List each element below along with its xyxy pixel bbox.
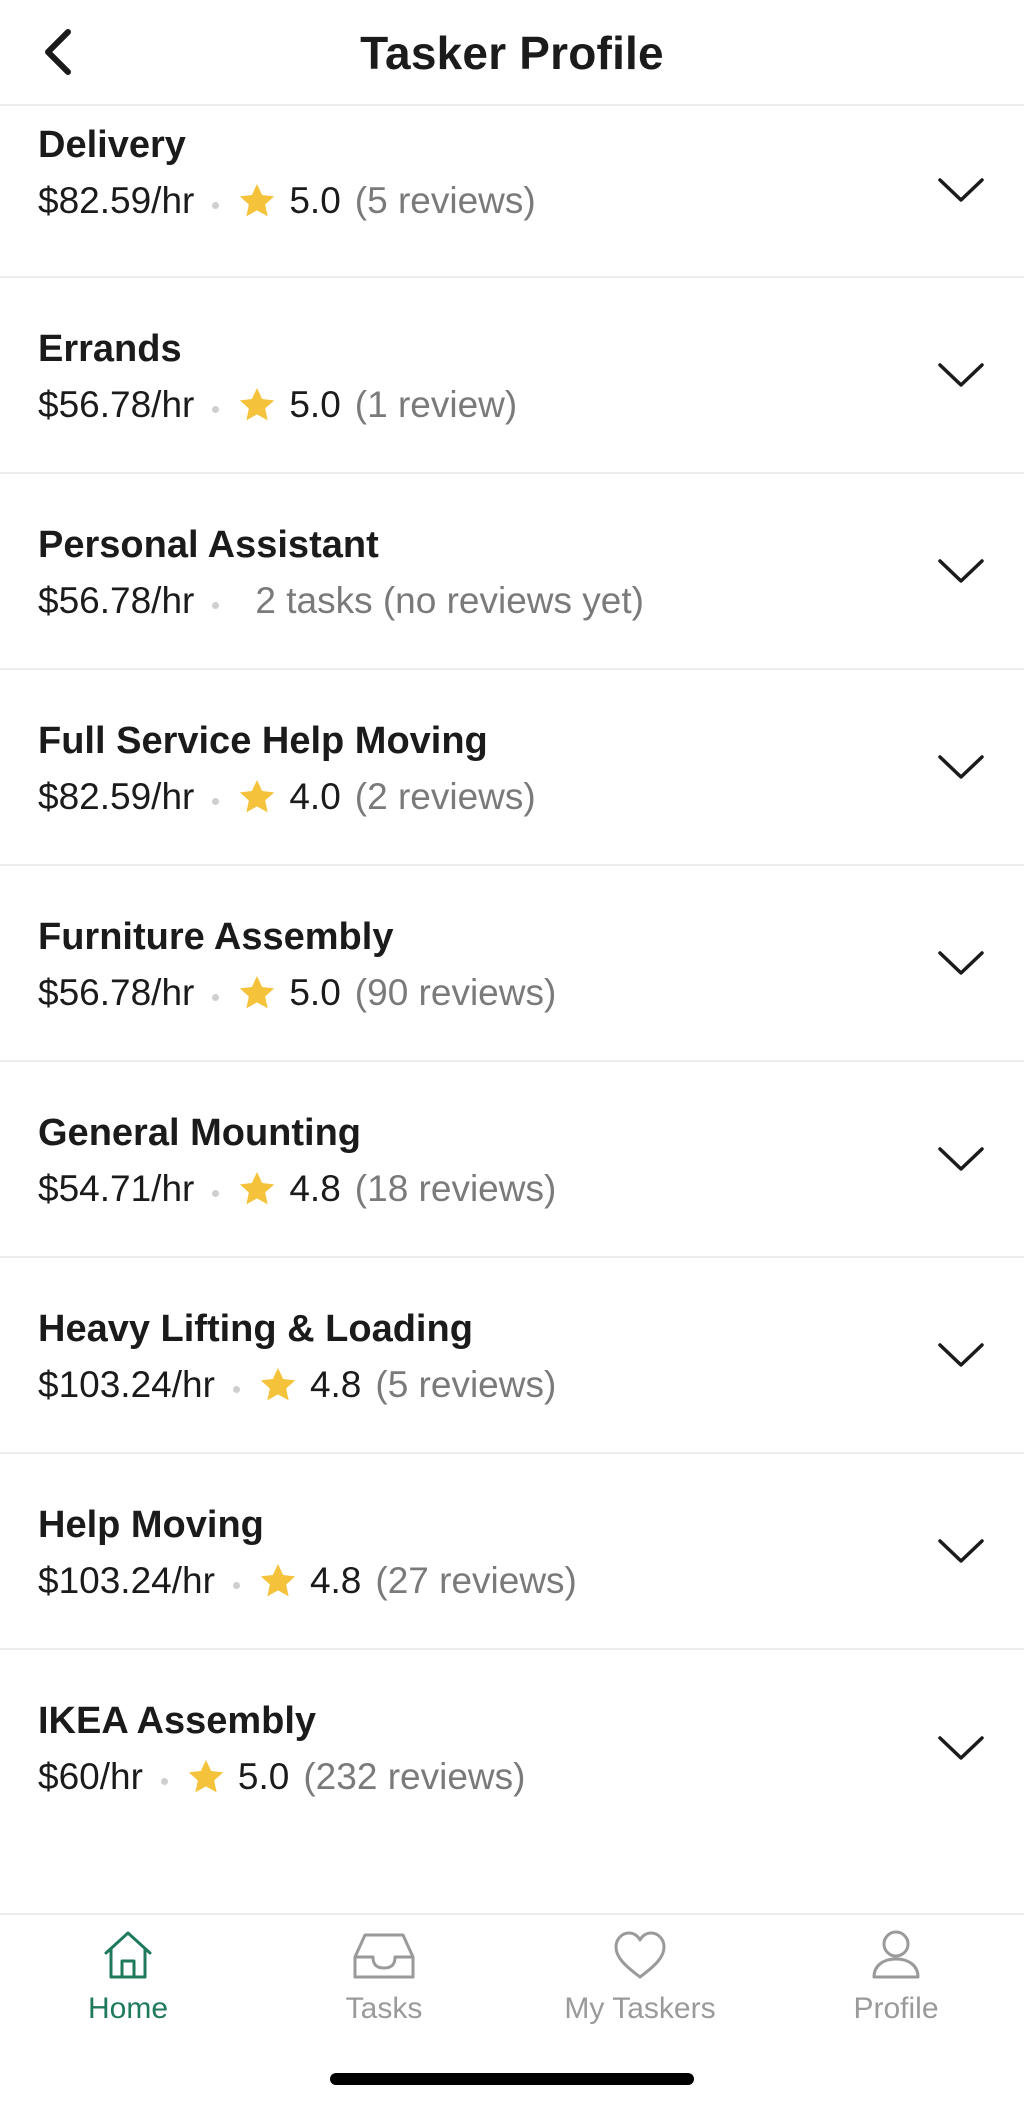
separator-dot [212,993,220,1001]
tab-label: Tasks [345,1992,423,2025]
top-nav-bar: Tasker Profile [0,0,1024,106]
service-rating: 5.0 [289,180,341,221]
service-title: Furniture Assembly [38,916,394,958]
tab-label: Profile [853,1992,939,2025]
service-title: Heavy Lifting & Loading [38,1308,473,1350]
service-row-full-service-help-moving[interactable]: Full Service Help Moving $82.59/hr 4.0 (… [0,670,1024,866]
service-rating: 4.8 [309,1560,362,1601]
chevron-down-icon[interactable] [936,1331,986,1379]
service-title: IKEA Assembly [38,1700,317,1742]
service-rate: $56.78/hr [38,972,195,1013]
person-icon [872,1930,920,1979]
service-title: Help Moving [38,1504,264,1546]
service-rating: 4.0 [289,776,341,817]
service-row-general-mounting[interactable]: General Mounting $54.71/hr 4.8 (18 revie… [0,1062,1024,1258]
service-meta: $103.24/hr 4.8 (5 reviews) [38,1360,556,1410]
star-icon [260,1368,296,1401]
chevron-down-icon[interactable] [936,743,986,791]
service-task-count: 2 tasks (no reviews yet) [255,580,644,621]
tab-label: My Taskers [564,1992,716,2025]
service-meta: $56.78/hr 2 tasks (no reviews yet) [38,576,644,626]
star-icon [240,184,275,217]
service-row-furniture-assembly[interactable]: Furniture Assembly $56.78/hr 5.0 (90 rev… [0,866,1024,1062]
service-row-errands[interactable]: Errands $56.78/hr 5.0 (1 review) [0,278,1024,474]
service-review-count: (90 reviews) [354,972,557,1013]
separator-dot [212,1189,220,1197]
service-list: Delivery $82.59/hr 5.0 (5 reviews) Erran… [0,104,1024,1846]
home-indicator [330,2073,694,2085]
page-title: Tasker Profile [360,27,664,79]
separator-dot [212,601,220,609]
heart-icon [614,1931,666,1979]
service-meta: $60/hr 5.0 (232 reviews) [38,1752,525,1802]
service-review-count: (2 reviews) [354,776,536,817]
star-icon [240,388,275,421]
service-meta: $56.78/hr 5.0 (90 reviews) [38,968,556,1018]
separator-dot [212,201,220,209]
service-review-count: (5 reviews) [375,1364,557,1405]
service-title: General Mounting [38,1112,361,1154]
service-rating: 4.8 [309,1364,362,1405]
service-row-ikea-assembly[interactable]: IKEA Assembly $60/hr 5.0 (232 reviews) [0,1650,1024,1846]
service-rating: 5.0 [289,384,341,425]
service-review-count: (232 reviews) [303,1756,526,1797]
chevron-down-icon[interactable] [936,1135,986,1183]
chevron-down-icon[interactable] [936,1724,986,1772]
service-rating: 5.0 [237,1756,290,1797]
service-review-count: (18 reviews) [354,1168,557,1209]
service-title: Full Service Help Moving [38,720,488,762]
separator-dot [212,405,220,413]
tab-label: Home [87,1992,169,2025]
service-meta: $56.78/hr 5.0 (1 review) [38,380,517,430]
service-rate: $82.59/hr [38,776,195,817]
service-rate: $103.24/hr [38,1560,215,1601]
star-icon [240,780,275,813]
service-review-count: (27 reviews) [375,1560,577,1601]
service-rate: $60/hr [38,1756,143,1797]
tab-home[interactable]: Home [0,1927,256,2029]
tab-profile[interactable]: Profile [768,1927,1024,2029]
star-icon [240,976,275,1009]
service-rate: $54.71/hr [38,1168,195,1209]
service-rate: $103.24/hr [38,1364,215,1405]
service-row-help-moving[interactable]: Help Moving $103.24/hr 4.8 (27 reviews) [0,1454,1024,1650]
chevron-down-icon[interactable] [936,351,986,399]
chevron-down-icon[interactable] [936,939,986,987]
service-title: Personal Assistant [38,524,379,566]
separator-dot [232,1581,240,1589]
home-icon [104,1931,152,1979]
chevron-down-icon[interactable] [936,166,986,214]
service-title: Delivery [38,124,186,166]
service-rate: $82.59/hr [38,180,195,221]
service-row-heavy-lifting-loading[interactable]: Heavy Lifting & Loading $103.24/hr 4.8 (… [0,1258,1024,1454]
chevron-down-icon[interactable] [936,1527,986,1575]
separator-dot [212,797,220,805]
service-review-count: (1 review) [354,384,518,425]
separator-dot [232,1385,240,1393]
service-row-delivery[interactable]: Delivery $82.59/hr 5.0 (5 reviews) [0,104,1024,278]
tab-tasks[interactable]: Tasks [256,1927,512,2029]
service-rating: 4.8 [289,1168,341,1209]
star-icon [260,1564,296,1597]
service-meta: $82.59/hr 5.0 (5 reviews) [38,176,536,226]
service-title: Errands [38,328,182,370]
service-row-personal-assistant[interactable]: Personal Assistant $56.78/hr 2 tasks (no… [0,474,1024,670]
tab-my-taskers[interactable]: My Taskers [512,1927,768,2029]
chevron-down-icon[interactable] [936,547,986,595]
service-rate: $56.78/hr [38,384,195,425]
service-meta: $103.24/hr 4.8 (27 reviews) [38,1556,577,1606]
separator-dot [160,1777,168,1785]
service-rate: $56.78/hr [38,580,195,621]
service-meta: $54.71/hr 4.8 (18 reviews) [38,1164,556,1214]
inbox-tray-icon [353,1933,415,1979]
star-icon [240,1172,275,1205]
star-icon [188,1760,224,1793]
service-review-count: (5 reviews) [354,180,536,221]
service-rating: 5.0 [289,972,341,1013]
service-meta: $82.59/hr 4.0 (2 reviews) [38,772,536,822]
